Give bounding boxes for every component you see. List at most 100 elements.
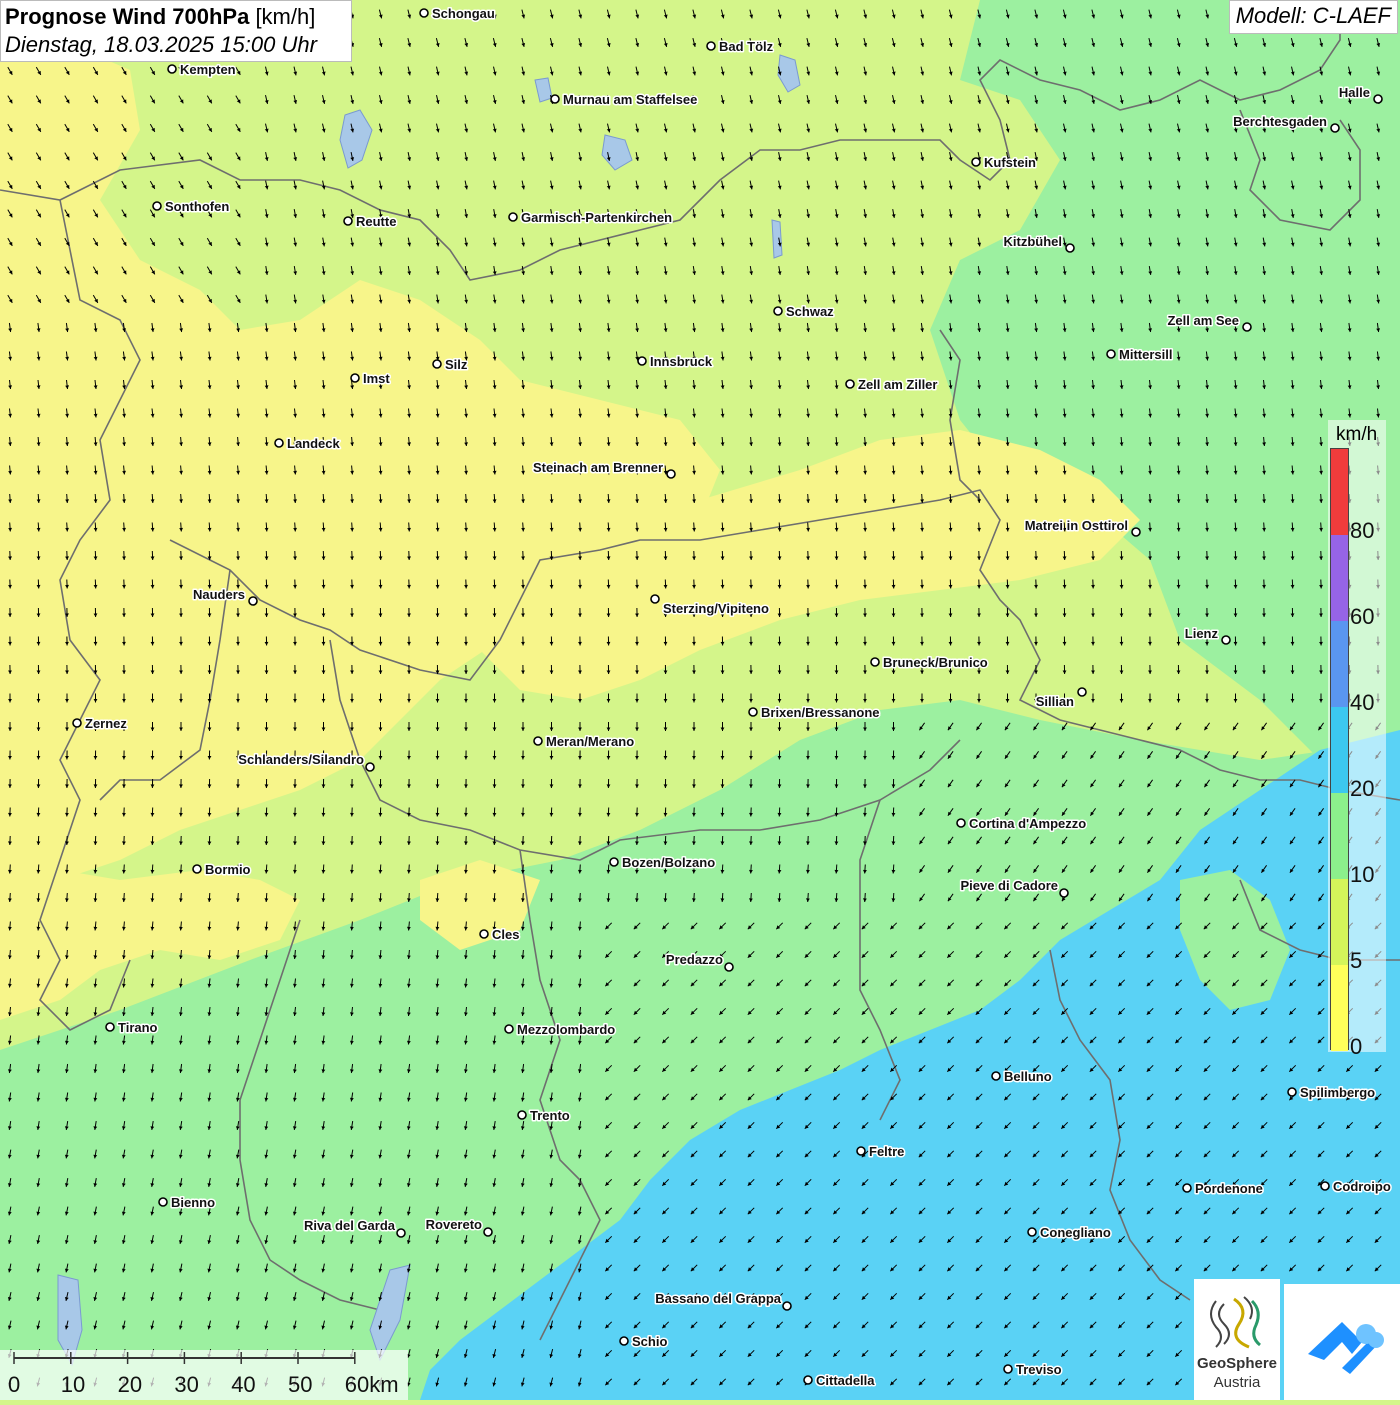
legend-unit: km/h — [1336, 424, 1377, 446]
map-title: Prognose Wind 700hPa [km/h] — [5, 4, 347, 30]
city-marker — [1132, 528, 1140, 536]
city-label: Belluno — [1004, 1069, 1052, 1084]
city-marker — [846, 380, 854, 388]
city-marker — [480, 930, 488, 938]
city-marker — [651, 595, 659, 603]
city-label: Sillian — [1036, 694, 1074, 709]
city-marker — [725, 963, 733, 971]
city-label: Tirano — [118, 1020, 158, 1035]
city-label: Kufstein — [984, 155, 1036, 170]
city-label: Meran/Merano — [546, 734, 634, 749]
city-marker — [106, 1023, 114, 1031]
map-title-main: Prognose Wind 700hPa — [5, 4, 249, 29]
logo-text-geosphere: GeoSphere — [1194, 1355, 1280, 1372]
geosphere-logo[interactable]: GeoSphere Austria — [1194, 1279, 1280, 1400]
city-marker — [551, 95, 559, 103]
legend-tick: 10 — [1350, 862, 1374, 888]
city-label: Cortina d'Ampezzo — [969, 816, 1086, 831]
scale-label: 50 — [288, 1372, 312, 1397]
legend-tick: 60 — [1350, 604, 1374, 630]
city-label: Bienno — [171, 1195, 215, 1210]
legend-tick: 80 — [1350, 518, 1374, 544]
city-marker — [275, 439, 283, 447]
city-marker — [509, 213, 517, 221]
city-label: Conegliano — [1040, 1225, 1111, 1240]
legend-segment — [1331, 879, 1348, 965]
city-label: Berchtesgaden — [1233, 114, 1327, 129]
city-marker — [1243, 323, 1251, 331]
color-legend: km/h 051020406080 — [1328, 420, 1386, 1052]
city-label: Sonthofen — [165, 199, 229, 214]
city-label: Nauders — [193, 587, 245, 602]
city-marker — [505, 1025, 513, 1033]
legend-segment — [1331, 535, 1348, 621]
city-label: Spilimbergo — [1300, 1085, 1375, 1100]
city-marker — [957, 819, 965, 827]
logo-text-austria: Austria — [1194, 1374, 1280, 1391]
city-label: Steinach am Brenner — [533, 460, 663, 475]
city-label: Murnau am Staffelsee — [563, 92, 697, 107]
city-marker — [1107, 350, 1115, 358]
city-marker — [1060, 889, 1068, 897]
city-marker — [1288, 1088, 1296, 1096]
mountain-cloud-icon — [1284, 1284, 1400, 1400]
city-marker — [1078, 688, 1086, 696]
city-marker — [992, 1072, 1000, 1080]
city-marker — [153, 202, 161, 210]
city-marker — [249, 597, 257, 605]
city-marker — [804, 1376, 812, 1384]
wind-map: SchongauBad TölzKemptenMurnau am Staffel… — [0, 0, 1400, 1400]
city-label: Schwaz — [786, 304, 834, 319]
city-label: Pieve di Cadore — [960, 878, 1058, 893]
city-marker — [1331, 124, 1339, 132]
city-label: Innsbruck — [650, 354, 713, 369]
city-label: Matrei in Osttirol — [1025, 518, 1128, 533]
legend-tick: 5 — [1350, 948, 1362, 974]
city-label: Cles — [492, 927, 519, 942]
partner-logo[interactable] — [1284, 1284, 1400, 1400]
legend-segment — [1331, 449, 1348, 535]
city-marker — [1183, 1184, 1191, 1192]
legend-segment — [1331, 793, 1348, 879]
city-label: Schongau — [432, 6, 495, 21]
city-marker — [73, 719, 81, 727]
city-label: Reutte — [356, 214, 396, 229]
city-label: Bozen/Bolzano — [622, 855, 715, 870]
city-marker — [783, 1302, 791, 1310]
city-label: Treviso — [1016, 1362, 1062, 1377]
city-marker — [351, 374, 359, 382]
city-label: Riva del Garda — [304, 1218, 396, 1233]
city-marker — [518, 1111, 526, 1119]
city-marker — [1004, 1365, 1012, 1373]
city-label: Lienz — [1185, 626, 1219, 641]
scale-label: 30 — [174, 1372, 198, 1397]
city-label: Schlanders/Silandro — [238, 752, 364, 767]
city-label: Cittadella — [816, 1373, 875, 1388]
city-marker — [168, 65, 176, 73]
city-label: Bassano del Grappa — [655, 1291, 781, 1306]
city-label: Bormio — [205, 862, 251, 877]
city-label: Rovereto — [426, 1217, 482, 1232]
city-marker — [193, 865, 201, 873]
city-label: Silz — [445, 357, 468, 372]
legend-segment — [1331, 621, 1348, 707]
city-label: Zell am See — [1167, 313, 1239, 328]
city-marker — [1321, 1182, 1329, 1190]
city-marker — [638, 357, 646, 365]
city-marker — [344, 217, 352, 225]
city-label: Imst — [363, 371, 390, 386]
city-marker — [1374, 95, 1382, 103]
city-label: Bad Tölz — [719, 39, 774, 54]
scale-bar-graphic: 0102030405060km — [0, 1350, 408, 1400]
legend-bar — [1330, 448, 1349, 1050]
legend-segment — [1331, 965, 1348, 1051]
city-label: Halle — [1339, 85, 1370, 100]
city-marker — [1028, 1228, 1036, 1236]
legend-tick: 40 — [1350, 690, 1374, 716]
city-marker — [1066, 244, 1074, 252]
city-label: Mezzolombardo — [517, 1022, 615, 1037]
scale-label: 10 — [61, 1372, 85, 1397]
forecast-time: Dienstag, 18.03.2025 15:00 Uhr — [5, 32, 347, 58]
city-marker — [871, 658, 879, 666]
city-marker — [484, 1228, 492, 1236]
